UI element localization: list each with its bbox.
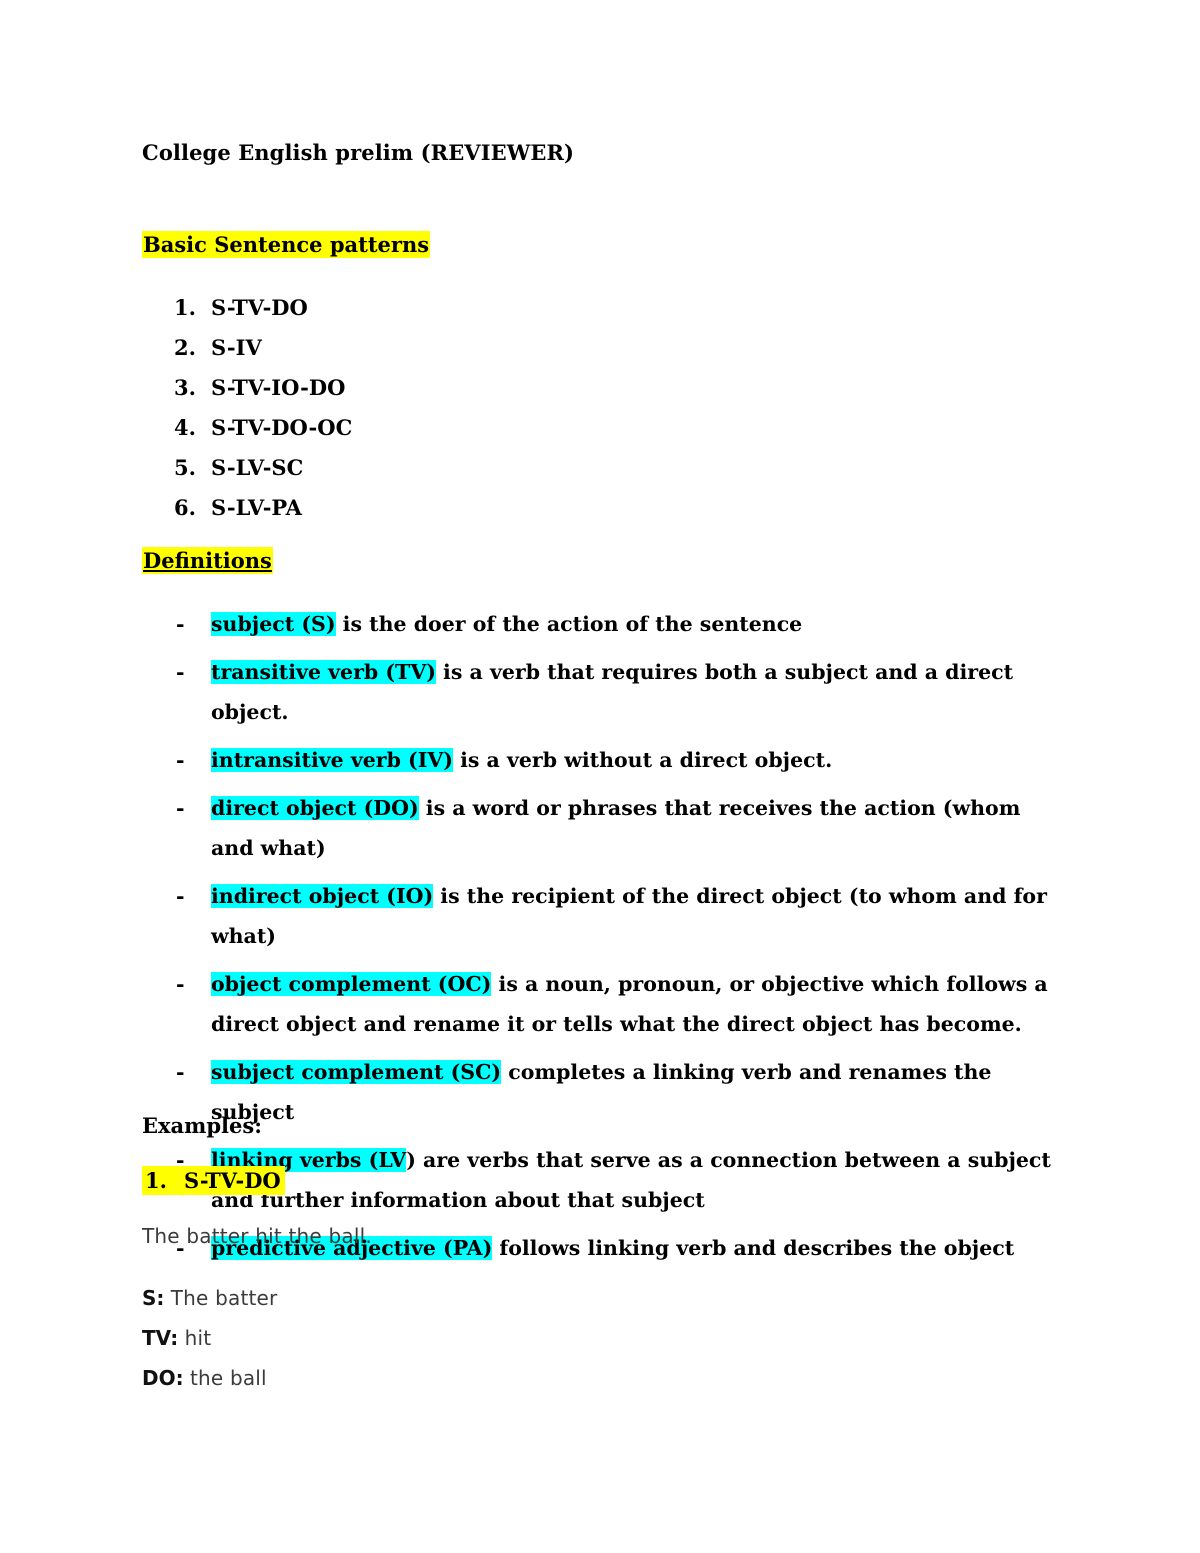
breakdown-value: the ball (189, 1366, 267, 1390)
page-title: College English prelim (REVIEWER) (142, 140, 575, 165)
section-heading-basic-patterns: Basic Sentence patterns (142, 231, 431, 258)
list-item-label: S-LV-SC (211, 455, 304, 480)
definition-term: direct object (DO) (211, 796, 419, 820)
definition-term: indirect object (IO) (211, 884, 434, 908)
list-item: - transitive verb (TV) is a verb that req… (142, 652, 1062, 732)
bullet-dash-icon: - (176, 884, 185, 908)
definition-text: is a verb without a direct object. (452, 748, 833, 772)
example-breakdown: S: The batter TV: hit DO: the ball (142, 1278, 277, 1398)
definition-text: is the doer of the action of the sentenc… (335, 612, 803, 636)
example-pattern-highlight: 1. S-TV-DO (142, 1166, 285, 1195)
example-pattern-item: 1. S-TV-DO (142, 1166, 285, 1195)
list-item: 3. S-TV-IO-DO (142, 368, 842, 408)
list-item: - object complement (OC) is a noun, prono… (142, 964, 1062, 1044)
list-item: - intransitive verb (IV) is a verb withou… (142, 740, 1062, 780)
list-item-number: 3. (174, 375, 196, 400)
bullet-dash-icon: - (176, 748, 185, 772)
definition-term: transitive verb (TV) (211, 660, 436, 684)
definition-term: subject (S) (211, 612, 336, 636)
breakdown-row-transitive-verb: TV: hit (142, 1318, 277, 1358)
list-item-label: S-TV-IO-DO (211, 375, 346, 400)
list-item-number: 4. (174, 415, 196, 440)
bullet-dash-icon: - (176, 660, 185, 684)
breakdown-label: DO: (142, 1366, 184, 1390)
list-item: 6. S-LV-PA (142, 488, 842, 528)
list-item: - subject complement (SC) completes a lin… (142, 1052, 1062, 1132)
example-pattern-label: S-TV-DO (183, 1168, 281, 1193)
section-heading-definitions: Definitions (142, 547, 273, 574)
definition-term: subject complement (SC) (211, 1060, 502, 1084)
list-item-number: 1. (174, 295, 196, 320)
breakdown-label: S: (142, 1286, 165, 1310)
breakdown-value: The batter (170, 1286, 278, 1310)
definition-text: follows linking verb and describes the o… (492, 1236, 1015, 1260)
breakdown-label: TV: (142, 1326, 179, 1350)
list-item: 1. S-TV-DO (142, 288, 842, 328)
sentence-pattern-list: 1. S-TV-DO 2. S-IV 3. S-TV-IO-DO 4. S-TV… (142, 288, 842, 528)
list-item: 2. S-IV (142, 328, 842, 368)
section-heading-examples: Examples: (142, 1113, 262, 1138)
list-item: - direct object (DO) is a word or phrases… (142, 788, 1062, 868)
list-item-label: S-LV-PA (211, 495, 302, 520)
bullet-dash-icon: - (176, 1060, 185, 1084)
list-item-label: S-TV-DO-OC (211, 415, 353, 440)
section-heading-basic-patterns-text: Basic Sentence patterns (142, 231, 431, 258)
list-item: 5. S-LV-SC (142, 448, 842, 488)
definition-term: object complement (OC) (211, 972, 492, 996)
section-heading-definitions-text: Definitions (142, 547, 273, 574)
list-item: - subject (S) is the doer of the action o… (142, 604, 1062, 644)
list-item-label: S-TV-DO (211, 295, 308, 320)
list-item-number: 6. (174, 495, 196, 520)
bullet-dash-icon: - (176, 972, 185, 996)
breakdown-value: hit (184, 1326, 212, 1350)
breakdown-row-subject: S: The batter (142, 1278, 277, 1318)
bullet-dash-icon: - (176, 612, 185, 636)
document-page: College English prelim (REVIEWER) Basic … (0, 0, 1200, 1553)
list-item-number: 5. (174, 455, 196, 480)
example-sentence: The batter hit the ball. (142, 1224, 372, 1248)
example-number: 1. (145, 1168, 167, 1193)
list-item: 4. S-TV-DO-OC (142, 408, 842, 448)
breakdown-row-direct-object: DO: the ball (142, 1358, 277, 1398)
list-item-number: 2. (174, 335, 196, 360)
bullet-dash-icon: - (176, 796, 185, 820)
definition-term: intransitive verb (IV) (211, 748, 453, 772)
list-item: - indirect object (IO) is the recipient o… (142, 876, 1062, 956)
list-item-label: S-IV (211, 335, 262, 360)
